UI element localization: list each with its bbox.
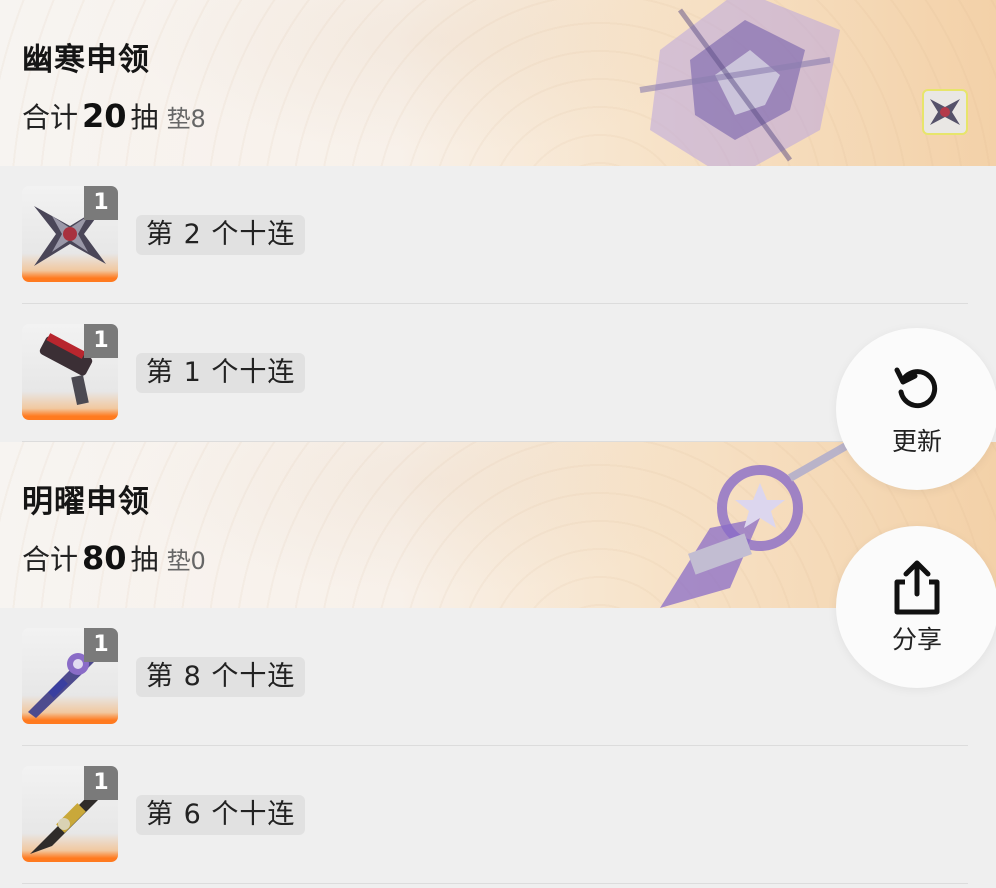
gacha-record-page: 幽寒申领 合计 20 抽垫8 1 第 2 个十连 1 第 1 个十连 明曜申领 … — [0, 0, 996, 888]
list-item[interactable]: 1 第 6 个十连 — [22, 746, 968, 884]
banner-header[interactable]: 幽寒申领 合计 20 抽垫8 — [0, 0, 996, 166]
ten-pull-label: 第 2 个十连 — [136, 215, 306, 255]
pull-summary: 合计 80 抽垫0 — [22, 538, 206, 578]
share-button[interactable]: 分享 — [836, 526, 996, 688]
share-icon — [894, 560, 940, 615]
item-count-badge: 1 — [84, 186, 118, 220]
list-item[interactable]: 1 第 2 个十连 — [22, 166, 968, 304]
pity-count: 垫8 — [166, 105, 206, 133]
total-pulls: 80 — [82, 539, 127, 577]
share-label: 分享 — [891, 625, 942, 654]
refresh-icon — [894, 367, 938, 409]
banner-title: 幽寒申领 — [22, 42, 150, 78]
pity-count: 垫0 — [166, 547, 206, 575]
banner-weapon-art — [639, 0, 840, 166]
item-count-badge: 1 — [84, 766, 118, 800]
ten-pull-label: 第 1 个十连 — [136, 353, 306, 393]
summary-prefix: 合计 — [22, 543, 79, 576]
ten-pull-label: 第 8 个十连 — [136, 657, 306, 697]
refresh-label: 更新 — [891, 427, 942, 456]
list-item[interactable]: 1 第 1 个十连 — [22, 304, 968, 442]
weapon-icon: 1 — [22, 324, 118, 420]
weapon-icon: 1 — [22, 186, 118, 282]
ten-pull-label: 第 6 个十连 — [136, 795, 306, 835]
banner-thumbnail — [922, 89, 968, 135]
weapon-icon: 1 — [22, 628, 118, 724]
item-count-badge: 1 — [84, 628, 118, 662]
item-count-badge: 1 — [84, 324, 118, 358]
total-pulls: 20 — [82, 97, 127, 135]
list-item[interactable]: 1 第 8 个十连 — [22, 608, 968, 746]
weapon-icon: 1 — [22, 766, 118, 862]
summary-unit: 抽 — [130, 543, 159, 576]
summary-unit: 抽 — [130, 101, 159, 134]
summary-prefix: 合计 — [22, 101, 79, 134]
banner-weapon-art — [660, 442, 862, 608]
pull-summary: 合计 20 抽垫8 — [22, 96, 206, 136]
banner-title: 明曜申领 — [22, 484, 150, 520]
refresh-button[interactable]: 更新 — [836, 328, 996, 490]
